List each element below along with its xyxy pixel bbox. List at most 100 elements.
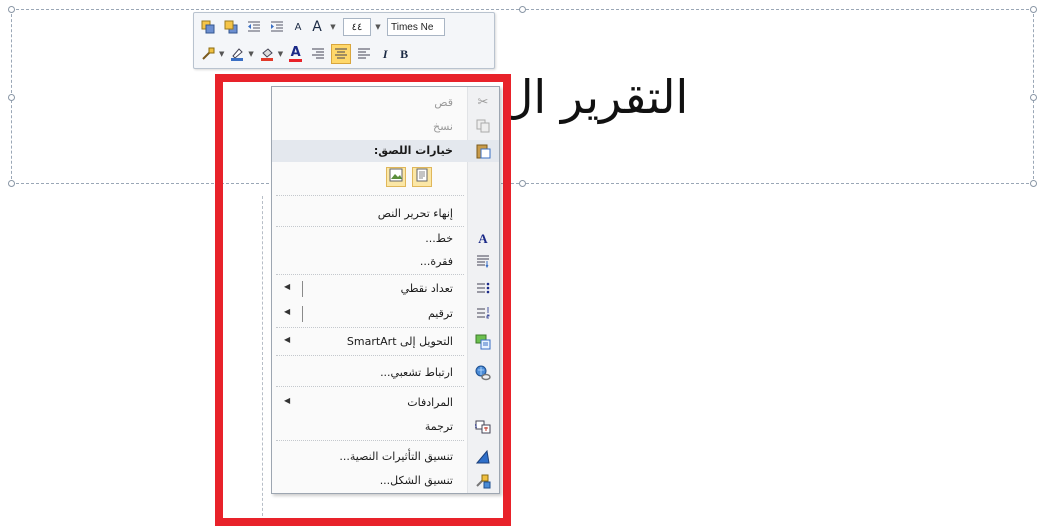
menu-item-label: ارتباط تشعبي...: [380, 366, 453, 379]
paste-icon: [475, 143, 491, 159]
picture-icon: [389, 168, 403, 182]
send-backward-icon: [224, 20, 238, 34]
menu-item-label: تعداد نقطي: [400, 282, 453, 295]
resize-handle-top-left[interactable]: [8, 6, 15, 13]
copy-icon: [475, 119, 491, 135]
text-highlight-button[interactable]: [227, 44, 247, 64]
paragraph-icon: [475, 254, 491, 270]
shrink-font-button[interactable]: A: [290, 17, 306, 37]
chevron-down-icon[interactable]: ▼: [248, 50, 253, 58]
menu-item-label: التحويل إلى SmartArt: [346, 335, 453, 348]
resize-handle-bottom-center[interactable]: [519, 180, 526, 187]
menu-item-label: نسخ: [433, 120, 453, 133]
resize-handle-top-center[interactable]: [519, 6, 526, 13]
italic-icon: I: [382, 46, 388, 61]
menu-item-format-shape[interactable]: تنسيق الشكل...: [272, 470, 499, 492]
menu-separator: [276, 195, 464, 196]
increase-indent-icon: [271, 21, 283, 32]
bold-icon: B: [400, 46, 409, 61]
chevron-down-icon: ▼: [375, 23, 381, 31]
svg-text:a: a: [475, 423, 477, 430]
fill-color-button[interactable]: [257, 44, 277, 64]
font-color-button[interactable]: A: [286, 44, 305, 64]
bring-forward-button[interactable]: [198, 17, 218, 37]
menu-item-label: ترقيم: [427, 307, 453, 320]
bring-forward-icon: [201, 20, 215, 34]
menu-item-format-text-effects[interactable]: تنسيق التأثيرات النصية...: [272, 446, 499, 468]
menu-item-synonyms[interactable]: المرادفات ◀: [272, 392, 499, 414]
paint-bucket-icon: [260, 48, 273, 61]
font-name-field[interactable]: Times Ne: [387, 18, 445, 36]
font-size-dropdown-arrow[interactable]: ▼: [328, 17, 340, 37]
menu-item-bullets[interactable]: تعداد نقطي ◀: [272, 278, 499, 300]
resize-handle-top-right[interactable]: [1030, 6, 1037, 13]
align-left-icon: [358, 48, 371, 59]
highlighter-icon: [231, 48, 244, 61]
format-painter-button[interactable]: [198, 44, 218, 64]
menu-item-paste-options: خيارات اللصق:: [272, 140, 499, 162]
menu-separator: [276, 440, 464, 441]
menu-item-label: خط...: [425, 232, 453, 245]
submenu-arrow-icon: ◀: [284, 396, 291, 405]
decrease-indent-icon: [248, 21, 260, 32]
menu-item-exit-edit-text[interactable]: إنهاء تحرير النص: [272, 203, 499, 225]
menu-separator: [276, 386, 464, 387]
resize-handle-bottom-right[interactable]: [1030, 180, 1037, 187]
resize-handle-middle-left[interactable]: [8, 94, 15, 101]
menu-separator: [276, 226, 464, 227]
menu-item-copy[interactable]: نسخ: [272, 116, 499, 138]
font-color-icon: A: [290, 45, 301, 60]
grow-font-button[interactable]: A: [309, 17, 325, 37]
align-right-icon: [312, 48, 325, 59]
submenu-divider: [302, 281, 303, 297]
paste-text-only-button[interactable]: [412, 167, 432, 187]
resize-handle-bottom-left[interactable]: [8, 180, 15, 187]
submenu-arrow-icon[interactable]: ◀: [284, 282, 290, 291]
font-name-dropdown-arrow[interactable]: ▼: [374, 17, 384, 37]
bold-button[interactable]: B: [396, 44, 412, 64]
text-document-icon: [416, 168, 428, 182]
font-icon: A: [478, 231, 488, 246]
chevron-down-icon[interactable]: ▼: [278, 50, 283, 58]
shrink-font-icon: A: [294, 21, 302, 33]
resize-handle-middle-right[interactable]: [1030, 94, 1037, 101]
paste-as-picture-button[interactable]: [386, 167, 406, 187]
send-backward-button[interactable]: [221, 17, 241, 37]
align-left-button[interactable]: [354, 44, 374, 64]
menu-separator: [276, 355, 464, 356]
decrease-indent-button[interactable]: [244, 17, 264, 37]
menu-item-paragraph[interactable]: فقرة...: [272, 251, 499, 273]
menu-item-hyperlink[interactable]: ارتباط تشعبي...: [272, 362, 499, 384]
menu-item-translate[interactable]: a ترجمة: [272, 416, 499, 438]
menu-item-label: تنسيق الشكل...: [379, 474, 453, 487]
chevron-down-icon: ▼: [330, 23, 336, 31]
numbering-icon: [475, 306, 491, 322]
translate-icon: a: [473, 419, 491, 435]
menu-item-label: ترجمة: [424, 420, 453, 433]
bullets-icon: [475, 281, 491, 297]
increase-indent-button[interactable]: [267, 17, 287, 37]
format-painter-icon: [202, 47, 215, 60]
menu-item-label: تنسيق التأثيرات النصية...: [339, 450, 453, 463]
italic-button[interactable]: I: [377, 44, 393, 64]
menu-item-label: إنهاء تحرير النص: [377, 207, 453, 220]
align-center-icon: [335, 48, 348, 59]
menu-item-convert-smartart[interactable]: التحويل إلى SmartArt ◀: [272, 331, 499, 353]
menu-item-numbering[interactable]: ترقيم ◀: [272, 303, 499, 325]
align-right-button[interactable]: [308, 44, 328, 64]
menu-item-label: فقرة...: [419, 255, 453, 268]
format-shape-icon: [475, 473, 491, 489]
chevron-down-icon[interactable]: ▼: [219, 50, 224, 58]
font-color-swatch: [289, 59, 303, 62]
align-center-button[interactable]: [331, 44, 352, 64]
menu-item-label: المرادفات: [407, 396, 453, 409]
text-effects-icon: [475, 449, 491, 465]
font-size-field[interactable]: ٤٤: [343, 18, 371, 36]
submenu-arrow-icon[interactable]: ◀: [284, 307, 290, 316]
menu-item-font[interactable]: A خط...: [272, 228, 499, 250]
context-menu: ✂ قص نسخ خيارات اللصق: إنهاء تحرير النص …: [271, 86, 500, 494]
menu-item-cut[interactable]: ✂ قص: [272, 92, 499, 114]
mini-toolbar: Times Ne A A ▼ ٤٤ ▼ ▼ ▼ ▼ A I B: [193, 12, 495, 69]
slide-title-text[interactable]: التقرير ال: [500, 70, 688, 124]
smartart-icon: [475, 334, 491, 350]
